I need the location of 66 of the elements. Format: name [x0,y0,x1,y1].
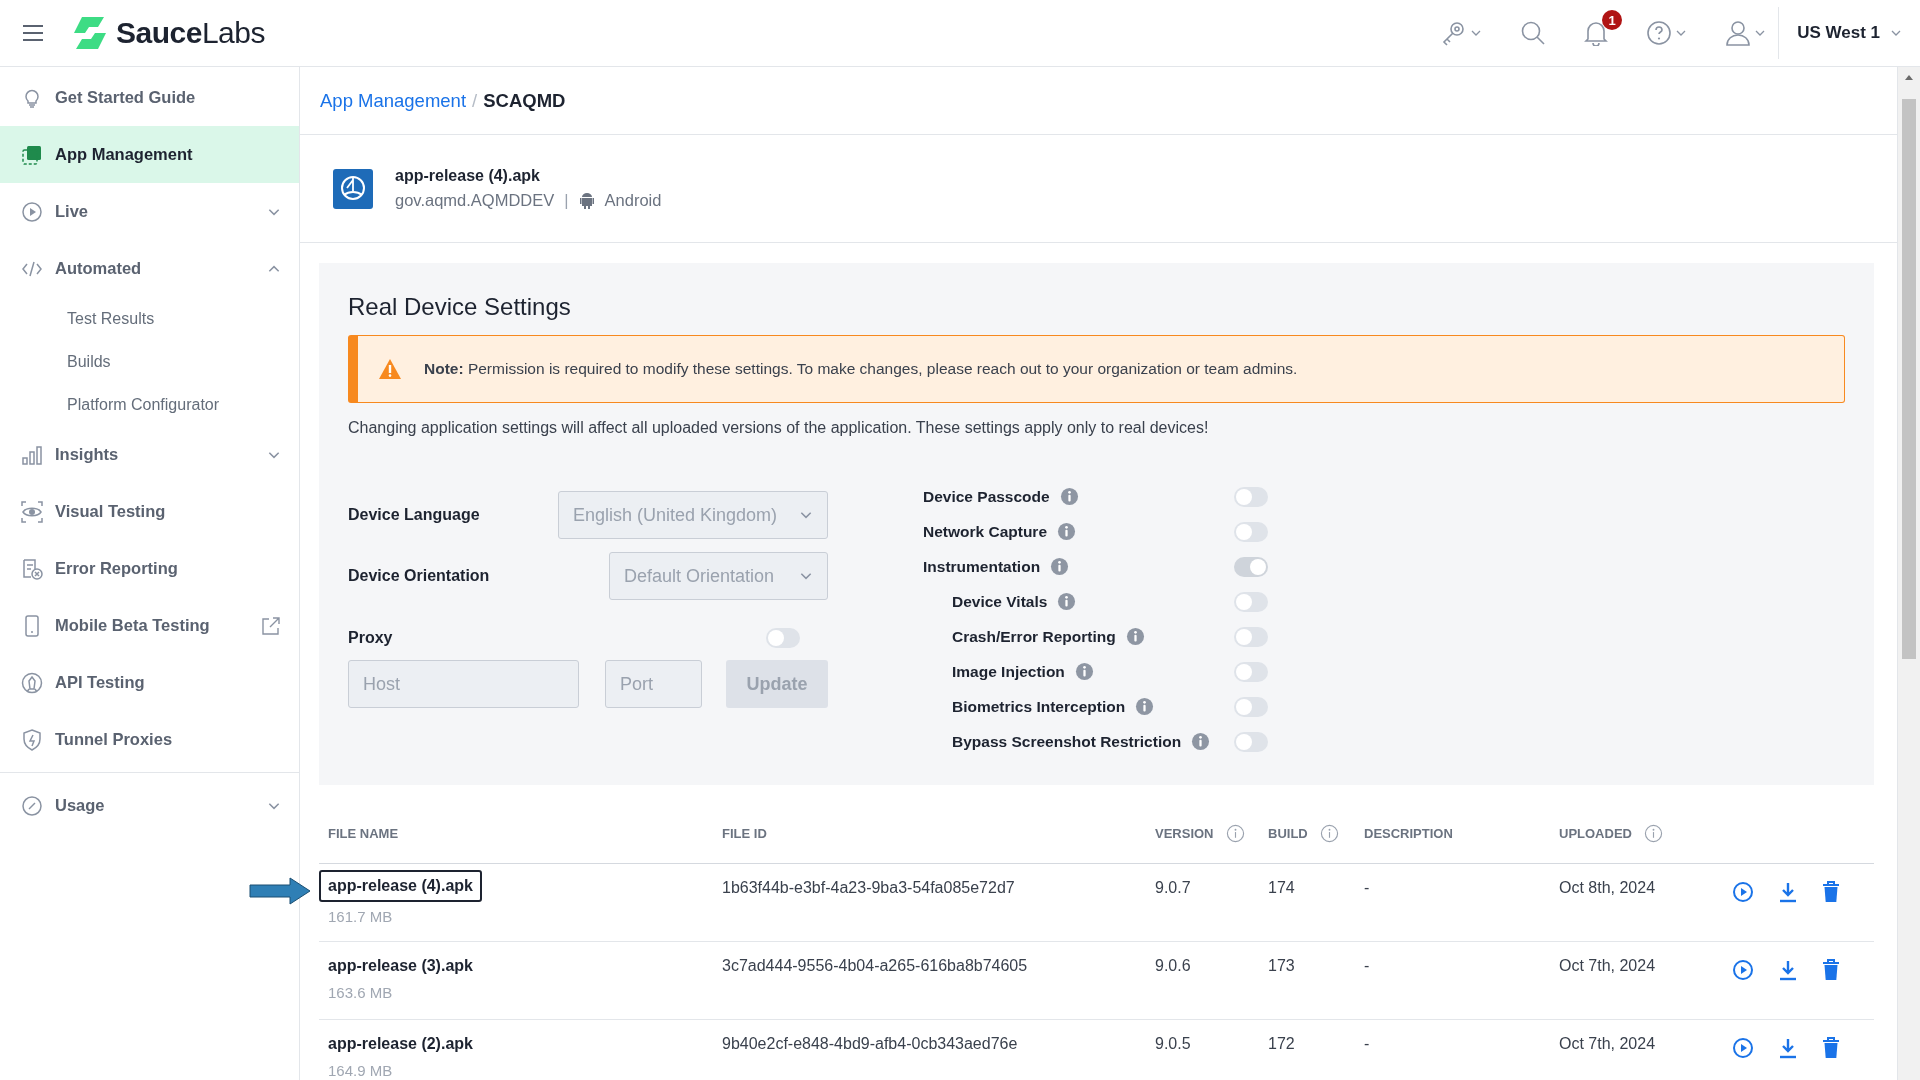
app-name: app-release (4).apk [395,167,541,185]
table-cell-text: 172 [1267,1034,1296,1054]
table-cell-text: 9.0.7 [1154,878,1192,898]
table-cell-text: - [1363,956,1371,976]
sidebar-item[interactable]: Get Started Guide [0,69,299,126]
separator: | [564,191,569,210]
table-cell-text: Oct 8th, 2024 [1558,878,1657,898]
field-label: Device Language [348,506,480,524]
column-header: FILE NAME [328,825,399,841]
file-size: 163.6 MB [328,984,394,1001]
sidebar-subitem[interactable]: Builds [0,340,299,383]
column-header: DESCRIPTION [1364,825,1453,841]
file-name: app-release (3).apk [328,956,473,976]
notification-badge: 1 [1602,10,1623,30]
platform-name: Android [604,191,662,210]
column-header: FILE ID [722,825,767,841]
field-label: Proxy [348,629,393,647]
sidebar-item[interactable]: App Management [0,126,299,183]
setting-label: Instrumentation [923,557,1041,576]
file-size: 161.7 MB [328,908,394,925]
table-cell-text: - [1363,1034,1371,1054]
table-cell-text: 9.0.6 [1154,956,1192,976]
sidebar-item[interactable]: API Testing [0,654,299,711]
sidebar-item[interactable]: Automated [0,240,299,297]
region-selector[interactable]: US West 1 [1797,23,1902,43]
port-field[interactable]: Port [605,660,702,708]
note-text: Note: Permission is required to modify these settings. To make changes, please reach out to your organization or team admins. [424,360,1298,378]
table-cell-text: 173 [1267,956,1296,976]
section-title: Real Device Settings [348,293,572,321]
breadcrumb-link[interactable]: App Management [320,89,467,112]
file-name: app-release (2).apk [328,1034,473,1054]
breadcrumb-separator: / [472,89,478,112]
table-cell-text: Oct 7th, 2024 [1558,956,1657,976]
setting-label: Network Capture [923,522,1048,541]
sidebar-subitem[interactable]: Platform Configurator [0,383,299,426]
column-header: UPLOADED [1559,825,1632,841]
table-cell-text: - [1363,878,1371,898]
setting-label: Bypass Screenshot Restriction [952,732,1182,751]
setting-label: Device Passcode [923,487,1050,506]
setting-label: Crash/Error Reporting [952,627,1116,646]
file-size: 164.9 MB [328,1062,394,1079]
sidebar-subitem[interactable]: Test Results [0,297,299,340]
sidebar-item[interactable]: Insights [0,426,299,483]
breadcrumb-current: SCAQMD [483,89,566,112]
sidebar-item[interactable]: Visual Testing [0,483,299,540]
table-cell-text: 9b40e2cf-e848-4bd9-afb4-0cb343aed76e [721,1034,1019,1054]
sidebar-item[interactable]: Usage [0,777,299,834]
table-cell-text: Oct 7th, 2024 [1558,1034,1657,1054]
column-header: BUILD [1268,825,1308,841]
table-cell-text: 1b63f44b-e3bf-4a23-9ba3-54fa085e72d7 [721,878,1016,898]
setting-label: Image Injection [952,662,1065,681]
setting-label: Device Vitals [952,592,1048,611]
column-header: VERSION [1155,825,1214,841]
table-cell-text: 9.0.5 [1154,1034,1192,1054]
sidebar-item[interactable]: Error Reporting [0,540,299,597]
sidebar-item[interactable]: Tunnel Proxies [0,711,299,768]
sidebar-item[interactable]: Mobile Beta Testing [0,597,299,654]
table-cell-text: 174 [1267,878,1296,898]
setting-label: Biometrics Interception [952,697,1126,716]
sidebar-item[interactable]: Live [0,183,299,240]
field-label: Device Orientation [348,567,490,585]
package-name: gov.aqmd.AQMDDEV [395,191,555,210]
logo-text: SauceLabs [116,16,265,50]
description-text: Changing application settings will affect all uploaded versions of the application. These settings apply only to real devices! [348,419,1210,437]
table-cell-text: 3c7ad444-9556-4b04-a265-616ba8b74605 [721,956,1029,976]
host-field[interactable]: Host [348,660,579,708]
